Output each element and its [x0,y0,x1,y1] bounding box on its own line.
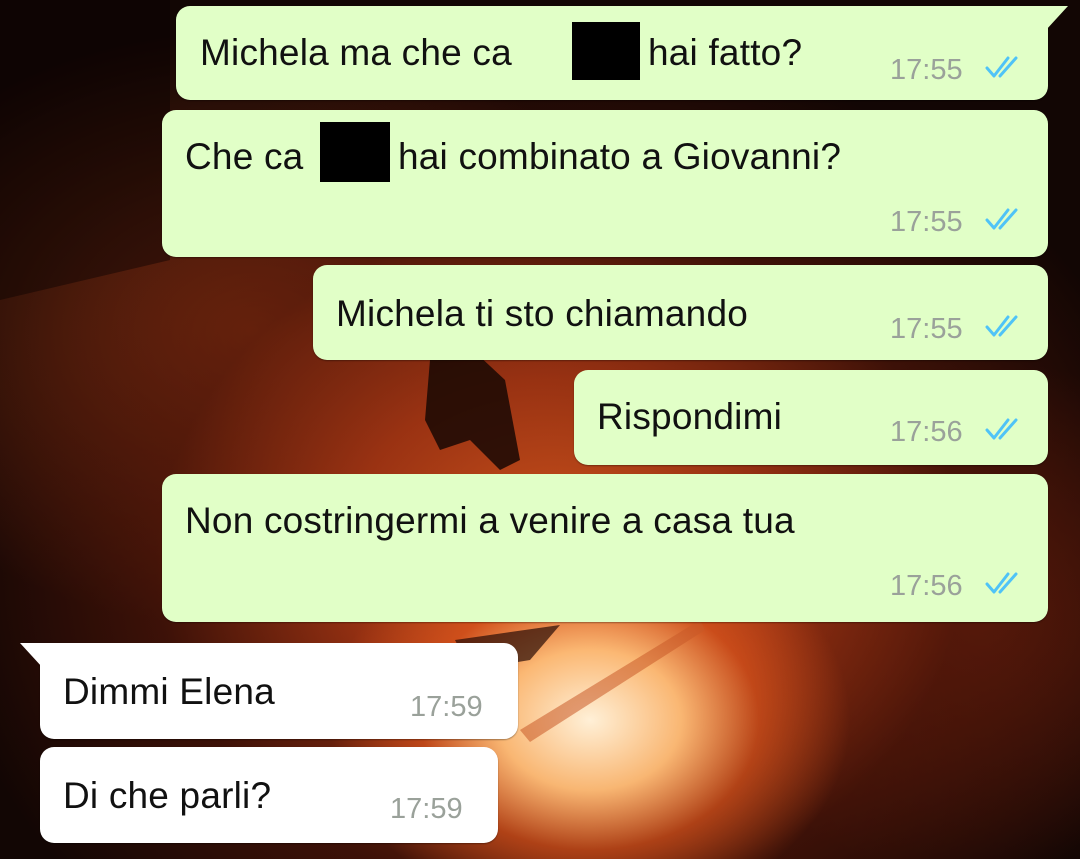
message-text: hai fatto? [648,32,803,73]
message-timestamp: 17:56 [890,416,963,448]
message-bubble-outgoing[interactable]: Rispondimi 17:56 [574,370,1048,465]
double-check-icon [985,418,1018,440]
message-timestamp: 17:55 [890,313,963,345]
double-check-icon [985,56,1018,78]
message-timestamp: 17:55 [890,54,963,86]
message-timestamp: 17:59 [390,793,463,825]
message-timestamp: 17:56 [890,570,963,602]
message-timestamp: 17:55 [890,206,963,238]
double-check-icon [985,572,1018,594]
message-bubble-incoming[interactable]: Dimmi Elena 17:59 [20,643,518,739]
double-check-icon [985,315,1018,337]
bubble-tail [1046,6,1068,30]
message-text: Dimmi Elena [63,671,275,712]
message-text: Rispondimi [597,396,783,437]
message-bubble-incoming[interactable]: Di che parli? 17:59 [40,747,498,843]
message-timestamp: 17:59 [410,691,483,723]
redaction-block [320,122,390,182]
message-text: Di che parli? [63,775,272,816]
bubble-tail [20,643,42,667]
redaction-block [572,22,640,80]
message-text: hai combinato a Giovanni? [398,136,842,177]
double-check-icon [985,208,1018,230]
message-bubble-outgoing[interactable]: Michela ma che ca hai fatto? 17:55 [176,6,1068,100]
message-bubble-outgoing[interactable]: Che ca hai combinato a Giovanni? 17:55 [162,110,1048,257]
message-text: Michela ti sto chiamando [336,293,748,334]
message-text: Che ca [185,136,304,177]
message-bubble-outgoing[interactable]: Non costringermi a venire a casa tua 17:… [162,474,1048,622]
message-bubble-outgoing[interactable]: Michela ti sto chiamando 17:55 [313,265,1048,360]
message-text: Michela ma che ca [200,32,512,73]
message-text: Non costringermi a venire a casa tua [185,500,795,541]
